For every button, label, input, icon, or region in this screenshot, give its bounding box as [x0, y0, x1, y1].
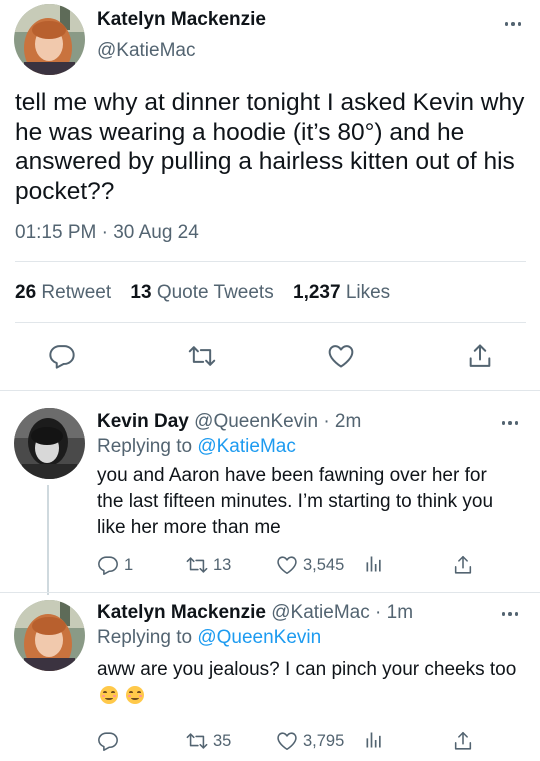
divider: [0, 390, 540, 391]
smiling-face-icon: [126, 686, 145, 704]
reply-button[interactable]: [48, 342, 76, 370]
retweet-icon: [186, 554, 208, 576]
reply-actions: 35 3,795: [0, 730, 540, 756]
reply-text: you and Aaron have been fawning over her…: [97, 465, 494, 538]
divider: [15, 261, 526, 262]
reply-author-avatar[interactable]: [14, 600, 85, 671]
replying-to-prefix: Replying to: [97, 436, 198, 457]
retweet-button[interactable]: 13: [186, 554, 231, 576]
smiling-face-icon: [100, 686, 118, 704]
main-tweet-actions: [0, 342, 540, 372]
like-button[interactable]: 3,795: [276, 730, 344, 752]
retweet-icon: [188, 342, 216, 370]
reply-author-handle[interactable]: @QueenKevin: [194, 411, 318, 432]
reply-text-block: aww are you jealous? I can pinch your ch…: [97, 657, 522, 709]
like-button[interactable]: [327, 342, 355, 370]
quotes-stat[interactable]: 13 Quote Tweets: [130, 282, 273, 303]
main-author-name[interactable]: Katelyn Mackenzie: [97, 9, 266, 31]
reply-author-handle[interactable]: @KatieMac: [271, 602, 370, 623]
replying-to: Replying to @KatieMac: [97, 436, 296, 458]
retweets-stat[interactable]: 26 Retweet: [15, 282, 111, 303]
main-author-avatar[interactable]: [14, 4, 85, 75]
more-options-icon[interactable]: [502, 19, 524, 29]
divider: [15, 322, 526, 323]
reply-time[interactable]: · 2m: [323, 411, 361, 432]
reply-icon: [97, 730, 119, 752]
replying-to-prefix: Replying to: [97, 627, 198, 648]
reply-count: 1: [124, 555, 134, 574]
retweets-label: Retweet: [41, 282, 112, 303]
reply-text: aww are you jealous? I can pinch your ch…: [97, 659, 517, 680]
retweet-icon: [186, 730, 208, 752]
reply-header: Katelyn Mackenzie @KatieMac · 1m: [97, 602, 413, 624]
like-button[interactable]: 3,545: [276, 554, 344, 576]
share-icon: [466, 342, 494, 370]
reply-author-name[interactable]: Katelyn Mackenzie: [97, 602, 266, 623]
reply-actions: 1 13 3,545: [0, 554, 540, 580]
main-author-handle[interactable]: @KatieMac: [97, 40, 196, 62]
divider: [0, 592, 540, 593]
replying-to: Replying to @QueenKevin: [97, 627, 321, 649]
share-button[interactable]: [466, 342, 494, 370]
analytics-button[interactable]: [364, 730, 384, 750]
like-count: 3,545: [303, 555, 345, 574]
tweet-stats: 26 Retweet 13 Quote Tweets 1,237 Likes: [15, 282, 404, 304]
like-count: 3,795: [303, 731, 345, 750]
share-icon: [452, 554, 474, 576]
analytics-icon: [364, 554, 384, 574]
retweet-count: 13: [213, 555, 232, 574]
retweets-count: 26: [15, 282, 37, 303]
reply-button[interactable]: [97, 730, 124, 752]
analytics-icon: [364, 730, 384, 750]
share-button[interactable]: [452, 554, 474, 576]
reply-time[interactable]: · 1m: [375, 602, 413, 623]
reply-author-name[interactable]: Kevin Day: [97, 411, 189, 432]
share-button[interactable]: [452, 730, 474, 752]
more-options-icon[interactable]: [499, 609, 521, 619]
analytics-button[interactable]: [364, 554, 384, 574]
tweet-text: tell me why at dinner tonight I asked Ke…: [15, 89, 525, 205]
replying-to-link[interactable]: @QueenKevin: [197, 627, 321, 648]
like-icon: [276, 554, 298, 576]
share-icon: [452, 730, 474, 752]
replying-to-link[interactable]: @KatieMac: [197, 436, 296, 457]
like-icon: [276, 730, 298, 752]
reply-author-avatar[interactable]: [14, 408, 85, 479]
retweet-count: 35: [213, 731, 232, 750]
tweet-timestamp[interactable]: 01:15 PM · 30 Aug 24: [15, 222, 199, 244]
more-options-icon[interactable]: [499, 418, 521, 428]
like-icon: [327, 342, 355, 370]
quotes-label: Quote Tweets: [156, 282, 274, 303]
reply-header: Kevin Day @QueenKevin · 2m: [97, 411, 361, 433]
likes-label: Likes: [345, 282, 391, 303]
quotes-count: 13: [130, 282, 152, 303]
retweet-button[interactable]: [188, 342, 216, 370]
retweet-button[interactable]: 35: [186, 730, 231, 752]
reply-icon: [97, 554, 119, 576]
likes-count: 1,237: [293, 282, 341, 303]
reply-button[interactable]: 1: [97, 554, 133, 576]
likes-stat[interactable]: 1,237 Likes: [293, 282, 390, 303]
reply-icon: [48, 342, 76, 370]
